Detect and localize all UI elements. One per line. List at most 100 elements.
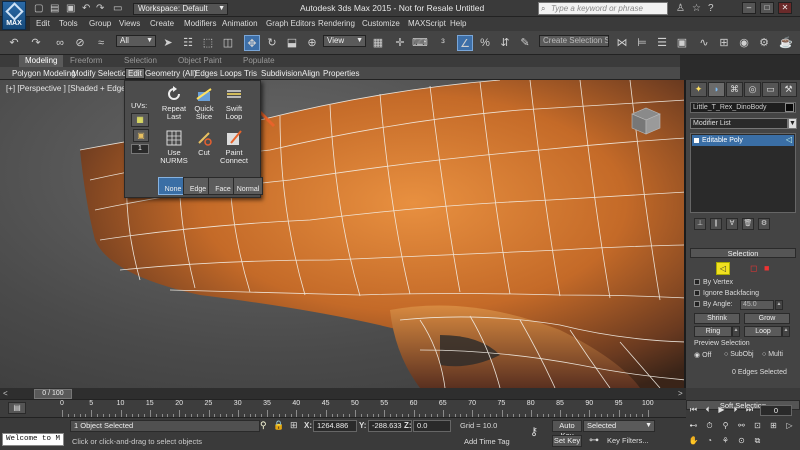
perspective-viewport[interactable]: [+] [Perspective ] [Shaded + Edged Fa xyxy=(0,80,686,388)
ignore-backfacing-option[interactable]: Ignore Backfacing xyxy=(694,290,759,297)
uv-edit-icon[interactable]: ▦ xyxy=(131,113,149,127)
shrink-button[interactable]: Shrink xyxy=(694,313,740,324)
link-icon[interactable]: ∞ xyxy=(52,35,68,51)
loop-button[interactable]: Loop xyxy=(744,326,782,337)
tab-freeform[interactable]: Freeform xyxy=(70,56,102,65)
angle-snap-icon[interactable]: ∠ xyxy=(457,35,473,51)
paint-connect-button[interactable]: Paint Connect xyxy=(219,129,249,165)
maxscript-listener-field[interactable]: Welcome to M xyxy=(2,433,64,446)
viewport-label[interactable]: [+] [Perspective ] [Shaded + Edged Fa xyxy=(6,84,142,93)
hierarchy-tab-icon[interactable]: ⌘ xyxy=(726,82,743,97)
project-folder-icon[interactable]: ▭ xyxy=(113,3,122,14)
key-mode-dropdown[interactable]: Selected ▼ xyxy=(583,420,655,432)
motion-tab-icon[interactable]: ◎ xyxy=(744,82,761,97)
loop-spinner[interactable]: ▲ xyxy=(782,326,790,337)
uv-map-icon[interactable]: ▣ xyxy=(133,129,149,142)
graphite-toolbar-icon[interactable]: ▣ xyxy=(674,35,690,51)
menu-maxscript[interactable]: MAXScript xyxy=(408,19,446,28)
select-and-scale-icon[interactable]: ⬓ xyxy=(284,35,300,51)
window-crossing-icon[interactable]: ◫ xyxy=(220,35,236,51)
maximize-button[interactable]: □ xyxy=(760,2,774,14)
pivot-center-icon[interactable]: ▦ xyxy=(370,35,386,51)
zoom-icon[interactable]: ⚲ xyxy=(720,420,731,431)
panel-edit[interactable]: Edit xyxy=(125,68,145,79)
key-filters-button[interactable]: Key Filters... xyxy=(607,436,649,445)
menu-views[interactable]: Views xyxy=(119,19,140,28)
panel-polygon-modeling[interactable]: Polygon Modeling xyxy=(12,69,76,78)
render-setup-icon[interactable]: ⚙ xyxy=(756,35,772,51)
tab-modeling[interactable]: Modeling xyxy=(19,55,64,67)
rectangular-selection-icon[interactable]: ⬚ xyxy=(200,35,216,51)
mini-curve-editor-icon[interactable]: ▤ xyxy=(8,402,26,414)
key-icon[interactable]: ⚷ xyxy=(530,425,538,438)
curve-editor-icon[interactable]: ∿ xyxy=(696,35,712,51)
favorites-star-icon[interactable]: ☆ xyxy=(692,3,701,14)
display-tab-icon[interactable]: ▭ xyxy=(762,82,779,97)
menu-tools[interactable]: Tools xyxy=(59,19,78,28)
help-question-icon[interactable]: ? xyxy=(708,3,714,14)
timeline-ruler[interactable]: 0 5 10 15 20 25 30 35 40 45 50 55 60 65 70 75 80 85 90 95 10… xyxy=(0,400,686,418)
select-object-icon[interactable]: ➤ xyxy=(160,35,176,51)
close-button[interactable]: ✕ xyxy=(778,2,792,14)
panel-geometry-all[interactable]: Geometry (All) xyxy=(145,69,197,78)
current-frame-field[interactable]: 0 xyxy=(760,405,792,416)
reference-coordinate-dropdown[interactable]: View ▼ xyxy=(323,35,366,47)
by-angle-checkbox[interactable] xyxy=(694,301,700,308)
pin-stack-icon[interactable]: ⊥ xyxy=(694,218,706,230)
zoom-extents-icon[interactable]: ⊡ xyxy=(752,420,763,431)
redo-icon[interactable]: ↷ xyxy=(96,3,104,14)
by-vertex-checkbox[interactable] xyxy=(694,279,700,286)
auto-key-button[interactable]: Auto Key xyxy=(552,420,582,440)
panel-align[interactable]: Align xyxy=(302,69,320,78)
unlink-icon[interactable]: ⊘ xyxy=(72,35,88,51)
new-file-icon[interactable]: ▢ xyxy=(34,3,43,14)
select-and-move-icon[interactable]: ✥ xyxy=(244,35,260,51)
menu-help[interactable]: Help xyxy=(450,19,466,28)
panel-edges[interactable]: Edges xyxy=(195,69,218,78)
absolute-mode-icon[interactable]: ⊞ xyxy=(290,420,298,431)
maximize-viewport-icon[interactable]: ⧉ xyxy=(752,435,763,446)
panel-tris[interactable]: Tris xyxy=(244,69,257,78)
menu-group[interactable]: Group xyxy=(89,19,111,28)
create-selection-set-dropdown[interactable]: Create Selection Se xyxy=(539,35,609,47)
time-slider-track[interactable] xyxy=(0,388,686,400)
menu-customize[interactable]: Customize xyxy=(362,19,400,28)
quick-slice-button[interactable]: Quick Slice xyxy=(189,85,219,121)
angle-field[interactable]: 45.0 xyxy=(740,300,774,310)
save-file-icon[interactable]: ▣ xyxy=(66,3,75,14)
menu-graph-editors[interactable]: Graph Editors xyxy=(266,19,315,28)
tab-selection[interactable]: Selection xyxy=(124,56,157,65)
material-editor-icon[interactable]: ◉ xyxy=(736,35,752,51)
slider-next-icon[interactable]: > xyxy=(678,389,683,398)
uv-channel-field[interactable]: 1 xyxy=(131,144,149,154)
percent-snap-icon[interactable]: % xyxy=(477,35,493,51)
edit-named-selection-icon[interactable]: ✎ xyxy=(517,35,533,51)
modify-tab-icon[interactable]: ◗ xyxy=(708,82,725,97)
render-icon[interactable]: ☕ xyxy=(778,35,794,51)
fov-icon[interactable]: ▷ xyxy=(784,420,795,431)
by-angle-option[interactable]: By Angle: xyxy=(694,301,733,308)
subobject-normal-button[interactable]: Normal xyxy=(233,177,263,195)
menu-animation[interactable]: Animation xyxy=(222,19,258,28)
x-coord-field[interactable]: 1264.886 xyxy=(313,420,357,432)
snaps-toggle-icon[interactable]: ³ xyxy=(435,35,451,51)
key-filter-icon[interactable]: ⊶ xyxy=(589,435,599,446)
menu-modifiers[interactable]: Modifiers xyxy=(184,19,216,28)
spinner-snap-icon[interactable]: ⇵ xyxy=(497,35,513,51)
isolate-selection-icon[interactable]: ⚲ xyxy=(260,420,267,431)
pan-icon[interactable]: ✋ xyxy=(688,435,699,446)
select-and-place-icon[interactable]: ⊕ xyxy=(304,35,320,51)
schematic-view-icon[interactable]: ⊞ xyxy=(716,35,732,51)
orbit-icon[interactable]: ◔ xyxy=(704,435,715,446)
cut-button[interactable]: Cut xyxy=(189,129,219,157)
panel-properties[interactable]: Properties xyxy=(323,69,359,78)
panel-loops[interactable]: Loops xyxy=(220,69,242,78)
go-to-end-icon[interactable]: ⏭ xyxy=(744,404,755,415)
selection-lock-icon[interactable]: 🔒 xyxy=(273,420,284,431)
menu-rendering[interactable]: Rendering xyxy=(318,19,355,28)
select-manipulate-icon[interactable]: ✛ xyxy=(392,35,408,51)
z-coord-field[interactable]: 0.0 xyxy=(413,420,451,432)
utilities-tab-icon[interactable]: ⚒ xyxy=(780,82,797,97)
menu-edit[interactable]: Edit xyxy=(36,19,50,28)
polygon-mode-icon[interactable]: ■ xyxy=(764,263,769,273)
